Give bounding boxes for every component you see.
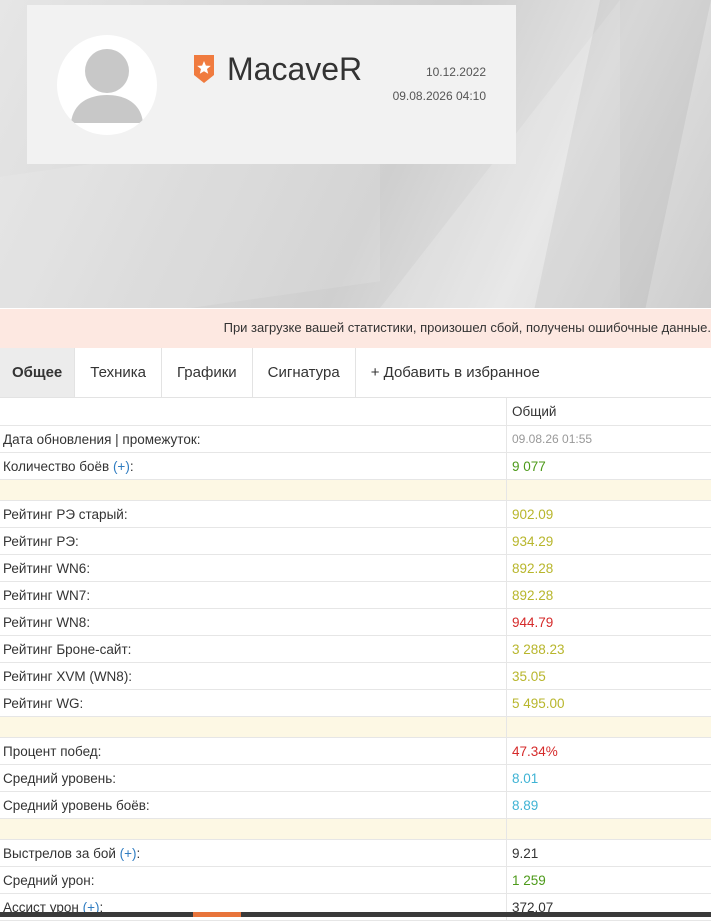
row-label: Процент побед: [0, 738, 507, 765]
row-label: Рейтинг РЭ старый: [0, 501, 507, 528]
section-separator [0, 717, 711, 738]
stats-table: Общий Дата обновления | промежуток: 09.0… [0, 398, 711, 921]
error-alert-text: При загрузке вашей статистики, произошел… [224, 320, 711, 335]
row-label: Рейтинг Броне-сайт: [0, 636, 507, 663]
row-label: Рейтинг WN7: [0, 582, 507, 609]
row-label: Выстрелов за бой [3, 846, 116, 861]
table-row: Процент побед: 47.34% [0, 738, 711, 765]
table-row: Рейтинг Броне-сайт: 3 288.23 [0, 636, 711, 663]
column-header-overall: Общий [507, 398, 711, 426]
row-value: 8.01 [507, 765, 711, 792]
row-value: 944.79 [507, 609, 711, 636]
row-label: Рейтинг WG: [0, 690, 507, 717]
row-label: Средний урон: [0, 867, 507, 894]
row-label: Рейтинг WN6: [0, 555, 507, 582]
table-row: Выстрелов за бой (+): 9.21 [0, 840, 711, 867]
table-row: Рейтинг WN8: 944.79 [0, 609, 711, 636]
row-value: 9 077 [507, 453, 711, 480]
table-header-empty [0, 398, 507, 426]
section-separator [0, 819, 711, 840]
expand-link[interactable]: (+) [113, 459, 130, 474]
section-separator [0, 480, 711, 501]
row-label: Рейтинг РЭ: [0, 528, 507, 555]
bottom-bar [0, 912, 711, 917]
table-row: Рейтинг РЭ старый: 902.09 [0, 501, 711, 528]
profile-card: MacaveR 10.12.2022 09.08.2026 04:10 [27, 5, 516, 164]
table-row: Количество боёв (+): 9 077 [0, 453, 711, 480]
row-label: Рейтинг XVM (WN8): [0, 663, 507, 690]
add-to-favorites-button[interactable]: + Добавить в избранное [356, 348, 555, 397]
table-row: Рейтинг WG: 5 495.00 [0, 690, 711, 717]
row-value: 1 259 [507, 867, 711, 894]
table-header-row: Общий [0, 398, 711, 426]
player-badge-icon [192, 53, 216, 85]
registration-date: 10.12.2022 [426, 65, 486, 79]
last-update-date: 09.08.2026 04:10 [393, 89, 486, 103]
player-username: MacaveR [227, 51, 362, 88]
user-silhouette-icon [57, 35, 157, 135]
tab-charts[interactable]: Графики [162, 348, 253, 397]
row-label: Средний уровень боёв: [0, 792, 507, 819]
table-row: Средний урон: 1 259 [0, 867, 711, 894]
table-row: Рейтинг РЭ: 934.29 [0, 528, 711, 555]
row-label: Средний уровень: [0, 765, 507, 792]
row-value: 934.29 [507, 528, 711, 555]
row-label: Количество боёв [3, 459, 109, 474]
tab-signature[interactable]: Сигнатура [253, 348, 356, 397]
profile-hero-background: MacaveR 10.12.2022 09.08.2026 04:10 [0, 0, 711, 308]
row-value: 3 288.23 [507, 636, 711, 663]
row-label-cell: Количество боёв (+): [0, 453, 507, 480]
table-row: Рейтинг XVM (WN8): 35.05 [0, 663, 711, 690]
row-label: Рейтинг WN8: [0, 609, 507, 636]
table-row: Средний уровень: 8.01 [0, 765, 711, 792]
table-row: Рейтинг WN6: 892.28 [0, 555, 711, 582]
row-value: 892.28 [507, 582, 711, 609]
expand-link[interactable]: (+) [120, 846, 137, 861]
tab-bar: Общее Техника Графики Сигнатура + Добави… [0, 348, 711, 398]
row-label: Дата обновления | промежуток: [0, 426, 507, 453]
avatar[interactable] [57, 35, 157, 135]
table-row: Дата обновления | промежуток: 09.08.26 0… [0, 426, 711, 453]
tab-vehicles[interactable]: Техника [75, 348, 162, 397]
row-value: 9.21 [507, 840, 711, 867]
row-value: 35.05 [507, 663, 711, 690]
table-row: Рейтинг WN7: 892.28 [0, 582, 711, 609]
row-value: 5 495.00 [507, 690, 711, 717]
error-alert: При загрузке вашей статистики, произошел… [0, 309, 711, 348]
row-value: 902.09 [507, 501, 711, 528]
row-value: 09.08.26 01:55 [507, 426, 711, 453]
table-row: Средний уровень боёв: 8.89 [0, 792, 711, 819]
row-label-cell: Выстрелов за бой (+): [0, 840, 507, 867]
bottom-bar-accent [193, 912, 241, 917]
row-value: 47.34% [507, 738, 711, 765]
row-value: 892.28 [507, 555, 711, 582]
row-value: 8.89 [507, 792, 711, 819]
tab-general[interactable]: Общее [0, 348, 75, 397]
